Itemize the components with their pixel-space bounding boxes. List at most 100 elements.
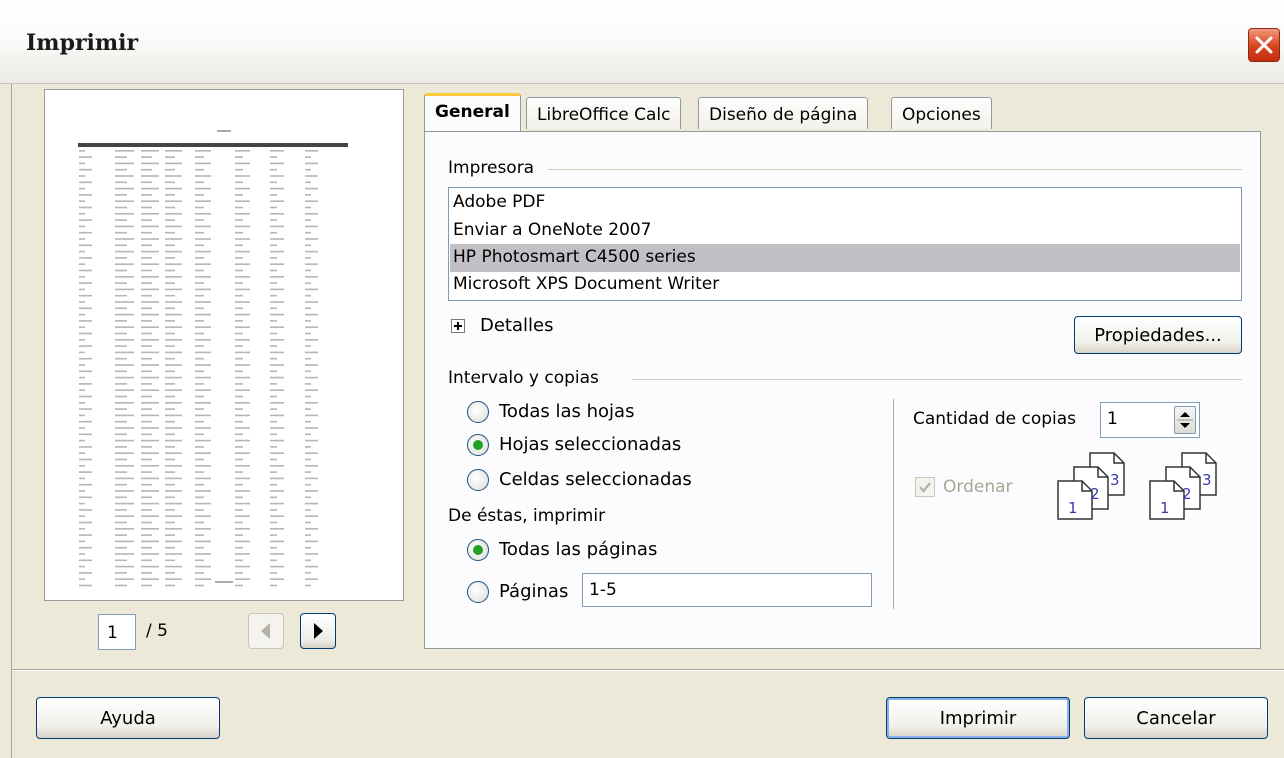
preview-cell [79,389,85,391]
preview-cell [141,288,159,291]
tab-libreoffice-calc[interactable]: LibreOffice Calc [526,97,682,129]
preview-cell [195,332,204,335]
prev-page-button[interactable] [248,613,284,649]
page-number-input[interactable]: 1 [98,614,136,650]
preview-cell [195,465,211,467]
preview-cell [195,156,204,158]
all-pages-radio[interactable] [467,539,489,561]
preview-cell [115,181,127,184]
preview-cell [79,294,92,297]
tab-page-layout[interactable]: Diseño de página [698,97,869,129]
all-pages-label[interactable]: Todas las páginas [499,539,657,560]
selected-sheets-label[interactable]: Hojas seleccionadas [499,434,681,455]
help-button[interactable]: Ayuda [36,697,220,739]
preview-cell [235,351,250,354]
preview-cell [195,364,211,366]
selected-sheets-radio[interactable] [467,434,489,456]
preview-cell [115,276,134,278]
preview-cell [141,150,159,152]
preview-cell [270,294,277,297]
preview-cell [305,452,318,454]
preview-cell [270,402,284,404]
preview-cell [141,471,152,473]
preview-cell [79,257,92,259]
preview-cell [79,553,85,555]
preview-cell [270,370,277,373]
preview-cell [141,162,159,165]
all-sheets-label[interactable]: Todas las hojas [499,401,634,422]
page-total: / 5 [146,621,168,641]
collate-checkbox[interactable] [915,477,935,497]
cancel-button[interactable]: Cancelar [1084,697,1268,739]
details-expand-icon[interactable] [451,319,465,333]
preview-cell [270,345,277,347]
printer-list[interactable]: Adobe PDF Enviar a OneNote 2007 HP Photo… [448,187,1242,301]
preview-cell [165,471,175,473]
preview-cell [270,565,284,568]
printer-item[interactable]: Microsoft XPS Document Writer [450,271,1240,299]
preview-cell [235,307,243,310]
pages-label[interactable]: Páginas [499,581,568,602]
preview-cell [305,282,311,284]
selected-cells-label[interactable]: Celdas seleccionadas [499,469,692,490]
preview-cell [195,269,204,272]
preview-cell [79,509,92,511]
preview-cell [195,546,204,549]
preview-cell [270,219,277,221]
printer-item[interactable]: Adobe PDF [450,189,1240,217]
preview-cell [235,452,250,454]
preview-cell [195,168,204,171]
preview-cell [305,439,318,442]
preview-cell [165,276,182,278]
preview-cell [165,263,182,265]
preview-cell [195,572,204,574]
preview-cell [141,269,152,272]
preview-cell [270,540,284,543]
pages-radio[interactable] [467,581,489,603]
preview-cell [79,326,85,328]
preview-cell [270,439,284,442]
preview-cell [115,408,127,410]
printer-group-label: Impresora [448,158,535,178]
preview-cell [235,168,243,171]
preview-cell [141,383,152,385]
preview-cell [270,578,284,580]
copies-spinner[interactable] [1174,406,1196,434]
preview-cell [270,231,277,234]
printer-item[interactable]: Enviar a OneNote 2007 [450,217,1240,245]
close-button[interactable] [1248,28,1280,62]
preview-cell [165,427,182,429]
preview-cell [141,257,152,259]
printer-item-selected[interactable]: HP Photosmart C4500 series [450,244,1240,272]
preview-cell [270,584,277,587]
preview-cell [165,219,175,221]
details-label[interactable]: Detalles [480,315,553,336]
collate-label: Ordenar [943,477,1013,497]
tab-general[interactable]: General [424,93,521,131]
uncollated-pages-icon: 123 [1149,452,1217,520]
preview-cell [165,546,175,549]
tab-options[interactable]: Opciones [891,97,992,129]
preview-cell [305,490,318,492]
preview-cell [141,521,152,524]
next-page-button[interactable] [300,613,336,649]
preview-cell [115,477,134,480]
preview-cell [79,471,92,473]
preview-cell [115,458,127,461]
preview-cell [165,414,182,417]
preview-cell [195,383,204,385]
selected-cells-radio[interactable] [467,469,489,491]
preview-cell [235,263,250,265]
preview-cell [195,477,211,480]
print-button[interactable]: Imprimir [886,697,1070,739]
pages-input[interactable]: 1-5 [582,573,872,607]
preview-cell [115,572,127,574]
preview-cell [141,389,159,391]
preview-cell [235,219,243,221]
properties-button[interactable]: Propiedades... [1074,316,1242,354]
preview-cell [235,490,250,492]
preview-cell [270,465,284,467]
preview-cell [305,150,318,152]
all-sheets-radio[interactable] [467,401,489,423]
preview-cell [165,509,175,511]
